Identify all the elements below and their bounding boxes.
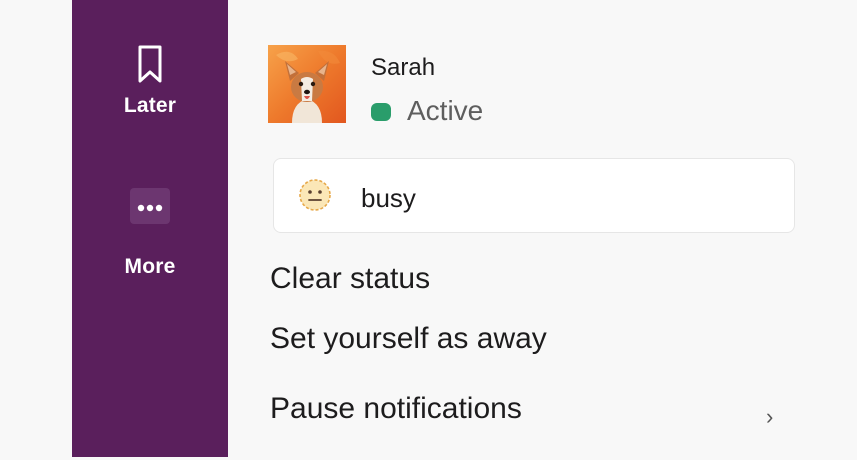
profile-menu-page: Later More Sarah Active busy Clear statu… [0,0,857,460]
neutral-face-icon [299,179,331,211]
avatar[interactable] [268,45,346,123]
chevron-right-icon: › [766,404,774,429]
custom-status-field[interactable]: busy [273,158,795,233]
set-away-button[interactable]: Set yourself as away [270,322,790,356]
clear-status-button[interactable]: Clear status [270,262,790,296]
presence-status: Active [407,95,484,126]
sidebar: Later More [72,0,228,457]
presence-indicator [371,103,391,121]
pause-notifications-button[interactable]: Pause notifications [270,392,790,426]
user-name: Sarah [371,54,436,81]
status-text: busy [361,183,416,213]
bookmark-icon [138,45,162,83]
more-horizontal-icon [130,188,170,224]
sidebar-item-label: Later [123,94,177,117]
sidebar-item-label: More [124,255,176,278]
sidebar-item-later[interactable]: Later [72,44,228,118]
sidebar-item-more[interactable]: More [72,188,228,279]
